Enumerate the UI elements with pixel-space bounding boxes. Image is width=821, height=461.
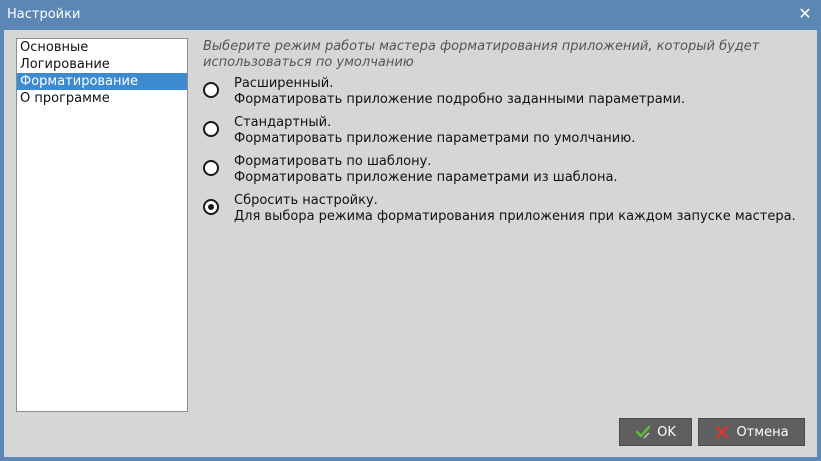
cancel-button[interactable]: Отмена bbox=[698, 418, 805, 446]
radio-extended[interactable] bbox=[203, 82, 219, 98]
window-title: Настройки bbox=[7, 7, 81, 22]
title-bar: Настройки ✕ bbox=[0, 0, 821, 30]
option-template[interactable]: Форматировать по шаблону. Форматировать … bbox=[203, 154, 803, 188]
option-template-title: Форматировать по шаблону. bbox=[234, 154, 432, 169]
check-pen-icon bbox=[635, 424, 651, 440]
option-extended-text: Расширенный. Форматировать приложение по… bbox=[234, 76, 685, 108]
cancel-button-label: Отмена bbox=[736, 424, 789, 440]
hint-line-1: Выберите режим работы мастера форматиров… bbox=[203, 39, 760, 54]
cross-pen-icon bbox=[714, 424, 730, 440]
ok-button[interactable]: OK bbox=[619, 418, 692, 446]
sidebar-item-basic[interactable]: Основные bbox=[17, 39, 187, 56]
sidebar-item-formatting[interactable]: Форматирование bbox=[17, 73, 187, 90]
ok-button-label: OK bbox=[657, 424, 676, 440]
option-reset-title: Сбросить настройку. bbox=[234, 193, 378, 208]
radio-template[interactable] bbox=[203, 160, 219, 176]
close-icon[interactable]: ✕ bbox=[797, 6, 813, 22]
option-standard[interactable]: Стандартный. Форматировать приложение па… bbox=[203, 115, 803, 149]
option-reset-text: Сбросить настройку. Для выбора режима фо… bbox=[234, 193, 796, 225]
sidebar-item-logging[interactable]: Логирование bbox=[17, 56, 187, 73]
radio-reset[interactable] bbox=[203, 199, 219, 215]
option-reset[interactable]: Сбросить настройку. Для выбора режима фо… bbox=[203, 193, 803, 227]
mode-hint-text: Выберите режим работы мастера форматиров… bbox=[203, 39, 803, 71]
option-extended-title: Расширенный. bbox=[234, 76, 334, 91]
hint-line-2: использоваться по умолчанию bbox=[203, 55, 414, 70]
option-standard-description: Форматировать приложение параметрами по … bbox=[234, 131, 636, 146]
radio-standard[interactable] bbox=[203, 121, 219, 137]
option-extended[interactable]: Расширенный. Форматировать приложение по… bbox=[203, 76, 803, 110]
settings-category-list: Основные Логирование Форматирование О пр… bbox=[16, 38, 188, 412]
sidebar-item-about[interactable]: О программе bbox=[17, 90, 187, 107]
option-template-text: Форматировать по шаблону. Форматировать … bbox=[234, 154, 618, 186]
option-template-description: Форматировать приложение параметрами из … bbox=[234, 170, 618, 185]
option-reset-description: Для выбора режима форматирования приложе… bbox=[234, 209, 796, 224]
option-standard-title: Стандартный. bbox=[234, 115, 332, 130]
option-extended-description: Форматировать приложение подробно заданн… bbox=[234, 92, 686, 107]
option-standard-text: Стандартный. Форматировать приложение па… bbox=[234, 115, 635, 147]
